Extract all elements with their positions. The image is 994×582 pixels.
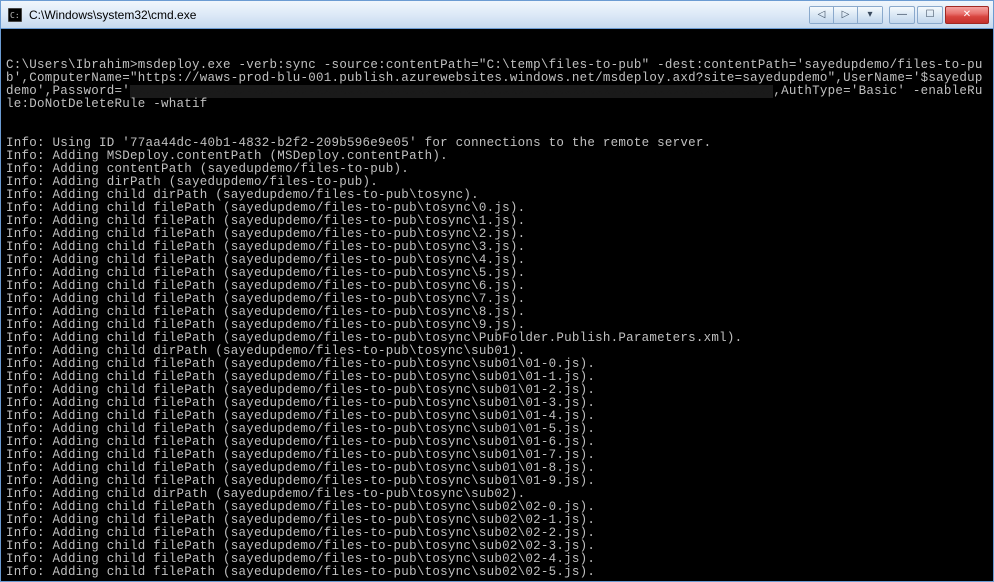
window-title: C:\Windows\system32\cmd.exe [29,8,809,22]
titlebar-scroll-group: ◁ ▷ ▾ [809,6,883,24]
command-line: C:\Users\Ibrahim>msdeploy.exe -verb:sync… [6,59,988,111]
titlebar-window-controls: — ☐ ✕ [887,6,989,24]
prompt: C:\Users\Ibrahim> [6,58,138,72]
svg-text:C:: C: [10,11,20,20]
scroll-left-button[interactable]: ◁ [810,7,834,23]
titlebar[interactable]: C: C:\Windows\system32\cmd.exe ◁ ▷ ▾ — ☐… [1,1,993,29]
overflow-button[interactable]: ▾ [858,7,882,23]
minimize-button[interactable]: — [889,6,915,24]
cmd-window: C: C:\Windows\system32\cmd.exe ◁ ▷ ▾ — ☐… [0,0,994,582]
output-line: Info: Adding child filePath (sayedupdemo… [6,566,988,578]
terminal-area[interactable]: C:\Users\Ibrahim>msdeploy.exe -verb:sync… [4,32,990,578]
redacted-password: xxxxxxxxxxxxxxxxxxxxxxxxxxxxxxxxxxxxxxxx… [130,85,773,98]
maximize-button[interactable]: ☐ [917,6,943,24]
titlebar-buttons: ◁ ▷ ▾ — ☐ ✕ [809,6,989,24]
cmd-icon: C: [7,7,23,23]
close-button[interactable]: ✕ [945,6,989,24]
scroll-right-button[interactable]: ▷ [834,7,858,23]
output-lines: Info: Using ID '77aa44dc-40b1-4832-b2f2-… [6,137,988,578]
